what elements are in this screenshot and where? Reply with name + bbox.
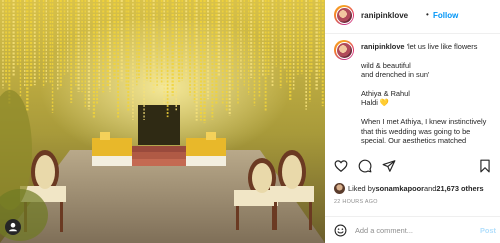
- emoji-icon[interactable]: [334, 224, 347, 237]
- bookmark-icon[interactable]: [478, 159, 492, 173]
- separator-dot: •: [426, 10, 429, 19]
- haldi-decor-image: [0, 0, 325, 243]
- yellow-heart-emoji: 💛: [379, 98, 390, 108]
- caption-username[interactable]: ranipinklove: [361, 42, 405, 51]
- post-timestamp[interactable]: 22 HOURS AGO: [334, 199, 378, 205]
- caption-line-1: 'let us live like flowers: [404, 42, 478, 51]
- comment-icon[interactable]: [358, 159, 372, 173]
- author-avatar[interactable]: [334, 5, 354, 25]
- follow-button[interactable]: Follow: [433, 11, 458, 20]
- caption-avatar[interactable]: [334, 40, 354, 60]
- post-caption: ranipinklove 'let us live like flowers w…: [325, 34, 500, 152]
- caption-paragraph-4: When I met Athiya, I knew instinctively …: [361, 117, 487, 146]
- share-icon[interactable]: [382, 159, 396, 173]
- caption-paragraph-2: wild & beautiful and drenched in sun': [361, 60, 430, 80]
- likes-middle: and: [424, 183, 437, 193]
- heart-icon[interactable]: [334, 159, 348, 173]
- post-side-panel: ranipinklove • Follow ranipinklove 'let …: [325, 0, 500, 243]
- author-username[interactable]: ranipinklove: [361, 11, 408, 20]
- post-comment-button[interactable]: Post: [480, 226, 496, 235]
- liker-avatar[interactable]: [334, 182, 345, 194]
- liker-username[interactable]: sonamkapoor: [376, 184, 424, 193]
- comment-bar: Post: [325, 216, 500, 243]
- caption-text: ranipinklove 'let us live like flowers w…: [361, 42, 495, 152]
- comment-input[interactable]: [355, 223, 473, 237]
- post-photo[interactable]: [0, 0, 325, 243]
- likes-count[interactable]: 21,673 others: [436, 184, 483, 193]
- post-header: ranipinklove • Follow: [325, 0, 500, 34]
- likes-summary: Liked by sonamkapoor and 21,673 others: [334, 182, 484, 194]
- user-tag-icon[interactable]: [5, 219, 21, 235]
- post-actions: [325, 155, 500, 177]
- likes-prefix: Liked by: [348, 183, 376, 193]
